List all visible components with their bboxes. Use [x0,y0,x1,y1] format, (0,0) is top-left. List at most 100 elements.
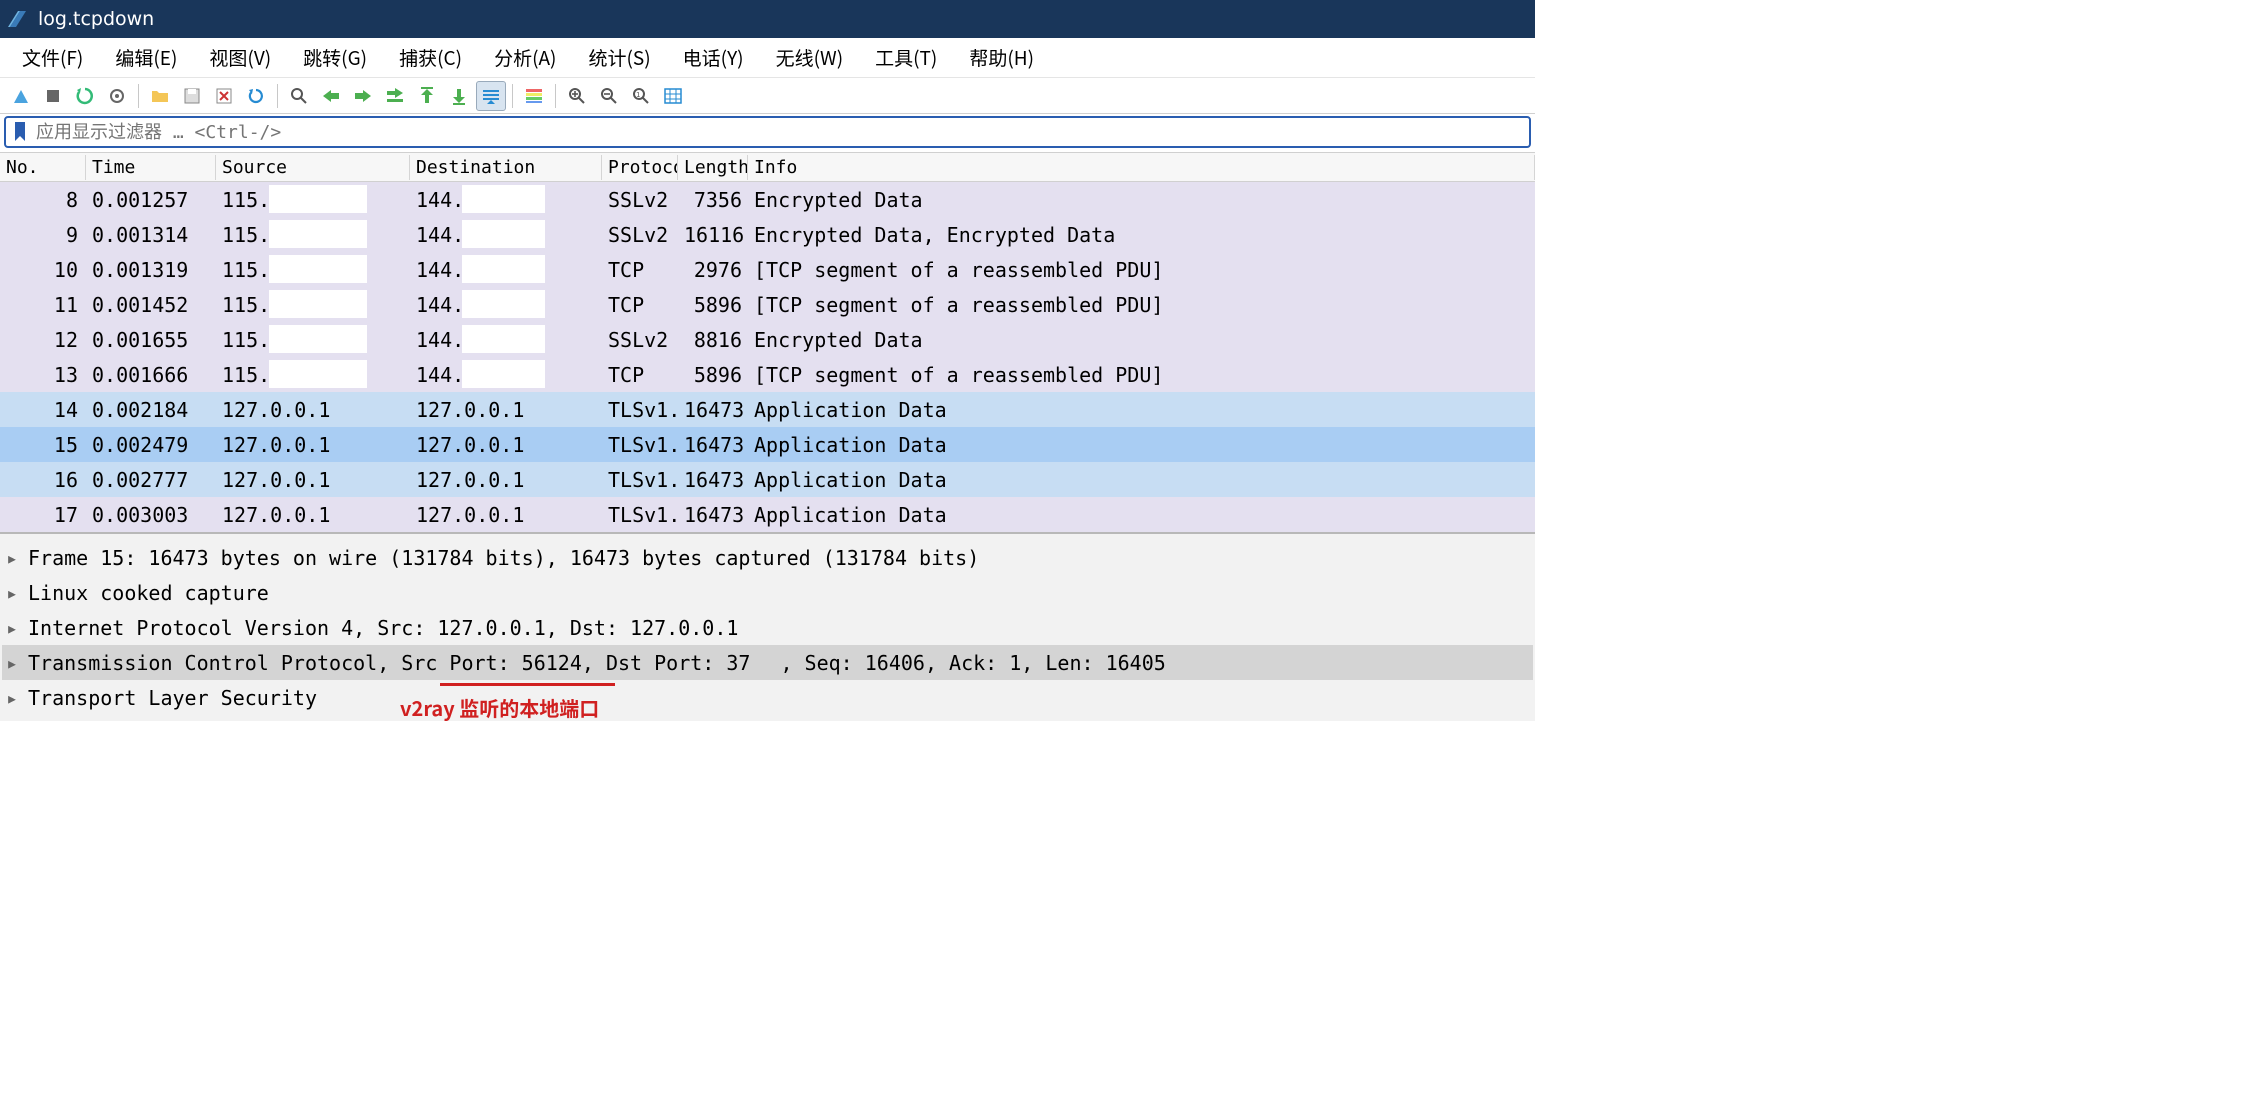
cell-source: 127.0.0.1 [216,396,410,424]
column-header-dest[interactable]: Destination [410,155,602,180]
expand-arrow-icon[interactable]: ▸ [6,651,28,675]
save-file-icon[interactable] [177,81,207,111]
column-header-info[interactable]: Info [748,155,1535,180]
main-toolbar: 1 [0,78,1535,114]
go-back-icon[interactable] [316,81,346,111]
go-forward-icon[interactable] [348,81,378,111]
packet-row[interactable]: 120.001655115.2144.3SSLv28816Encrypted D… [0,322,1535,357]
tree-tls[interactable]: ▸ Transport Layer Security [2,680,1533,715]
cell-time: 0.002184 [86,396,216,424]
menu-analyze[interactable]: 分析(A) [478,40,572,75]
toolbar-separator [277,84,278,108]
column-header-protocol[interactable]: Protocol [602,155,678,180]
cell-info: Encrypted Data [748,186,1535,214]
cell-length: 16473 [678,501,748,529]
menu-help[interactable]: 帮助(H) [953,40,1050,75]
cell-length: 5896 [678,291,748,319]
menu-go[interactable]: 跳转(G) [287,40,383,75]
cell-info: [TCP segment of a reassembled PDU] [748,361,1535,389]
restart-capture-icon[interactable] [70,81,100,111]
close-file-icon[interactable] [209,81,239,111]
capture-options-icon[interactable] [102,81,132,111]
resize-columns-icon[interactable] [658,81,688,111]
cell-destination: 127.0.0.1 [410,396,602,424]
menu-wireless[interactable]: 无线(W) [760,40,860,75]
toolbar-separator [555,84,556,108]
tree-tcp[interactable]: ▸ Transmission Control Protocol, Src Por… [2,645,1533,680]
cell-source: 127.0.0.1 [216,501,410,529]
cell-source: 127.0.0.1 [216,431,410,459]
column-header-time[interactable]: Time [86,155,216,180]
display-filter-bar [0,114,1535,152]
packet-row[interactable]: 160.002777127.0.0.1127.0.0.1TLSv1.216473… [0,462,1535,497]
cell-info: Application Data [748,466,1535,494]
menu-tools[interactable]: 工具(T) [859,40,953,75]
column-header-source[interactable]: Source [216,155,410,180]
zoom-out-icon[interactable] [594,81,624,111]
menu-file[interactable]: 文件(F) [6,40,99,75]
svg-text:1: 1 [636,91,640,99]
column-header-length[interactable]: Length [678,155,748,180]
redaction-mask [462,220,545,248]
stop-capture-icon[interactable] [38,81,68,111]
expand-arrow-icon[interactable]: ▸ [6,546,28,570]
expand-arrow-icon[interactable]: ▸ [6,686,28,710]
cell-no: 17 [0,501,86,529]
start-capture-icon[interactable] [6,81,36,111]
display-filter-input[interactable] [34,118,1529,147]
tree-linux-cooked[interactable]: ▸ Linux cooked capture [2,575,1533,610]
menu-view[interactable]: 视图(V) [193,40,287,75]
zoom-reset-icon[interactable]: 1 [626,81,656,111]
filter-bookmark-icon[interactable] [6,121,34,143]
packet-details-pane[interactable]: ▸ Frame 15: 16473 bytes on wire (131784 … [0,532,1535,721]
tree-ip[interactable]: ▸ Internet Protocol Version 4, Src: 127.… [2,610,1533,645]
window-title: log.tcpdown [38,8,154,30]
reload-file-icon[interactable] [241,81,271,111]
menu-statistics[interactable]: 统计(S) [572,40,666,75]
cell-info: [TCP segment of a reassembled PDU] [748,256,1535,284]
column-header-no[interactable]: No. [0,155,86,180]
open-file-icon[interactable] [145,81,175,111]
cell-time: 0.002479 [86,431,216,459]
redaction-mask [462,185,545,213]
menu-edit[interactable]: 编辑(E) [99,40,193,75]
menu-capture[interactable]: 捕获(C) [383,40,478,75]
find-packet-icon[interactable] [284,81,314,111]
tree-tcp-text: Transmission Control Protocol, Src Port:… [28,651,1166,675]
packet-row[interactable]: 100.001319115.2144.3TCP2976[TCP segment … [0,252,1535,287]
annotation-text: v2ray 监听的本地端口 [400,693,599,722]
redaction-mask [462,325,545,353]
cell-time: 0.001314 [86,221,216,249]
redaction-mask [462,290,545,318]
packet-row[interactable]: 110.001452115.2144.3TCP5896[TCP segment … [0,287,1535,322]
zoom-in-icon[interactable] [562,81,592,111]
menu-bar: 文件(F) 编辑(E) 视图(V) 跳转(G) 捕获(C) 分析(A) 统计(S… [0,38,1535,78]
packet-list[interactable]: 80.001257115.2144.3SSLv27356Encrypted Da… [0,182,1535,532]
packet-row[interactable]: 130.001666115.2144.3TCP5896[TCP segment … [0,357,1535,392]
tree-frame[interactable]: ▸ Frame 15: 16473 bytes on wire (131784 … [2,540,1533,575]
cell-time: 0.002777 [86,466,216,494]
menu-telephony[interactable]: 电话(Y) [667,40,760,75]
redaction-mask [269,325,367,353]
cell-no: 14 [0,396,86,424]
expand-arrow-icon[interactable]: ▸ [6,581,28,605]
auto-scroll-icon[interactable] [476,81,506,111]
packet-row[interactable]: 80.001257115.2144.3SSLv27356Encrypted Da… [0,182,1535,217]
colorize-icon[interactable] [519,81,549,111]
packet-row[interactable]: 90.001314115.2144.3SSLv216116Encrypted D… [0,217,1535,252]
expand-arrow-icon[interactable]: ▸ [6,616,28,640]
cell-info: Encrypted Data [748,326,1535,354]
cell-no: 10 [0,256,86,284]
packet-list-header: No. Time Source Destination Protocol Len… [0,152,1535,182]
redaction-mask [269,360,367,388]
title-bar: log.tcpdown [0,0,1535,38]
go-first-packet-icon[interactable] [412,81,442,111]
packet-row[interactable]: 150.002479127.0.0.1127.0.0.1TLSv1.216473… [0,427,1535,462]
go-to-packet-icon[interactable] [380,81,410,111]
go-last-packet-icon[interactable] [444,81,474,111]
packet-row[interactable]: 140.002184127.0.0.1127.0.0.1TLSv1.216473… [0,392,1535,427]
cell-protocol: SSLv2 [602,186,678,214]
cell-protocol: TLSv1.2 [602,431,678,459]
annotation-underline [440,683,615,686]
packet-row[interactable]: 170.003003127.0.0.1127.0.0.1TLSv1.216473… [0,497,1535,532]
